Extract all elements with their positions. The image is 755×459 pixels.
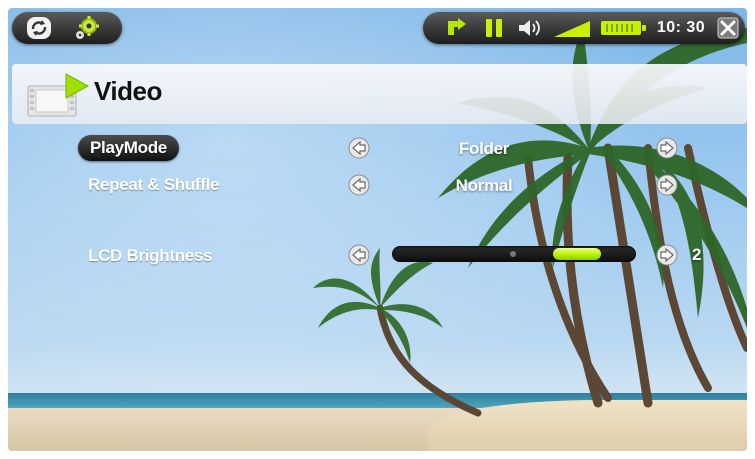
arrow-right-icon[interactable] bbox=[656, 174, 678, 196]
setting-label-lcd-brightness[interactable]: LCD Brightness bbox=[88, 246, 213, 266]
battery-icon bbox=[599, 12, 649, 44]
brightness-slider[interactable] bbox=[392, 246, 636, 262]
setting-value-lcd-brightness: 2 bbox=[692, 245, 702, 264]
right-status-bar: 10: 30 bbox=[423, 12, 745, 44]
settings-gear-icon[interactable] bbox=[68, 12, 106, 44]
left-toolbar bbox=[12, 12, 122, 44]
setting-value-repeat-shuffle: Normal bbox=[455, 176, 513, 195]
usb-connection-icon bbox=[443, 12, 471, 44]
pause-icon[interactable] bbox=[481, 12, 507, 44]
setting-label-playmode[interactable]: PlayMode bbox=[78, 135, 179, 161]
video-filmstrip-icon bbox=[26, 72, 90, 123]
slider-midpoint-marker bbox=[510, 251, 516, 257]
signal-strength-icon bbox=[551, 12, 593, 44]
setting-value-playmode: Folder bbox=[458, 139, 510, 158]
device-screen: 10: 30 Video PlayMode Folder Repeat & Sh… bbox=[8, 8, 747, 451]
speaker-volume-icon[interactable] bbox=[515, 12, 545, 44]
arrow-left-icon[interactable] bbox=[348, 137, 370, 159]
arrow-right-icon[interactable] bbox=[656, 244, 678, 266]
section-header: Video bbox=[12, 64, 747, 124]
status-bar: 10: 30 bbox=[8, 8, 747, 48]
arrow-left-icon[interactable] bbox=[348, 174, 370, 196]
sync-icon[interactable] bbox=[20, 12, 58, 44]
arrow-left-icon[interactable] bbox=[348, 244, 370, 266]
brightness-slider-thumb[interactable] bbox=[553, 248, 601, 260]
setting-label-repeat-shuffle[interactable]: Repeat & Shuffle bbox=[88, 175, 220, 195]
arrow-right-icon[interactable] bbox=[656, 137, 678, 159]
clock: 10: 30 bbox=[656, 19, 706, 36]
page-title: Video bbox=[94, 76, 162, 106]
close-icon[interactable] bbox=[715, 12, 741, 44]
